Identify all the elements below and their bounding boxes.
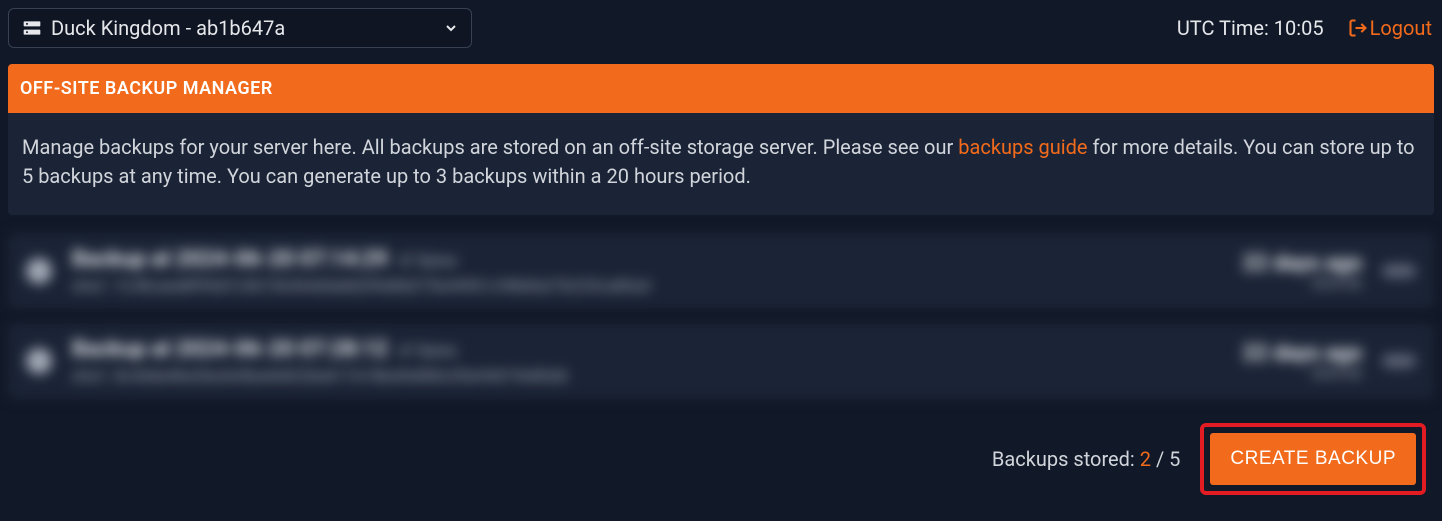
create-backup-highlight: CREATE BACKUP	[1200, 423, 1426, 495]
utc-time: UTC Time: 10:05	[1177, 16, 1324, 40]
logout-link[interactable]: Logout	[1348, 16, 1432, 40]
server-selector-label: Duck Kingdom - ab1b647a	[51, 16, 435, 40]
backup-name: Backup at 2024-06-20 07:28:12	[72, 337, 388, 362]
more-icon[interactable]	[1382, 264, 1416, 278]
logout-label: Logout	[1370, 16, 1432, 40]
logout-icon	[1348, 18, 1368, 38]
backups-guide-link[interactable]: backups guide	[958, 135, 1087, 159]
chevron-down-icon	[443, 20, 459, 36]
backup-size: 47 Bytes	[398, 251, 458, 270]
backup-hash: sha1: 8c4dda4be2ba3e5ba4e822ba617e18ba9e…	[72, 366, 1223, 385]
backups-stored: Backups stored: 2 / 5	[992, 447, 1181, 471]
backup-time-abs: 2024-06	[1243, 276, 1362, 292]
panel-title: OFF-SITE BACKUP MANAGER	[8, 64, 1434, 113]
backup-hash: sha1: 7c38caed8f95d7c56736364d4a8d2f6d8d…	[72, 276, 1223, 295]
more-icon[interactable]	[1382, 354, 1416, 368]
backup-time-ago: 22 days ago	[1243, 341, 1362, 366]
backup-time-abs: 2024-06	[1243, 366, 1362, 382]
panel-description: Manage backups for your server here. All…	[8, 113, 1434, 215]
create-backup-button[interactable]: CREATE BACKUP	[1210, 433, 1416, 485]
server-selector[interactable]: Duck Kingdom - ab1b647a	[8, 8, 472, 48]
backup-time-ago: 22 days ago	[1243, 251, 1362, 276]
backup-name: Backup at 2024-06-20 07:14:29	[72, 247, 388, 272]
backup-row[interactable]: Backup at 2024-06-20 07:14:29 47 Bytes s…	[8, 233, 1434, 309]
backup-list: Backup at 2024-06-20 07:14:29 47 Bytes s…	[8, 233, 1434, 399]
status-icon	[26, 258, 52, 284]
backup-size: 47 Bytes	[398, 341, 458, 360]
server-icon	[21, 18, 43, 38]
backup-row[interactable]: Backup at 2024-06-20 07:28:12 47 Bytes s…	[8, 323, 1434, 399]
status-icon	[26, 348, 52, 374]
